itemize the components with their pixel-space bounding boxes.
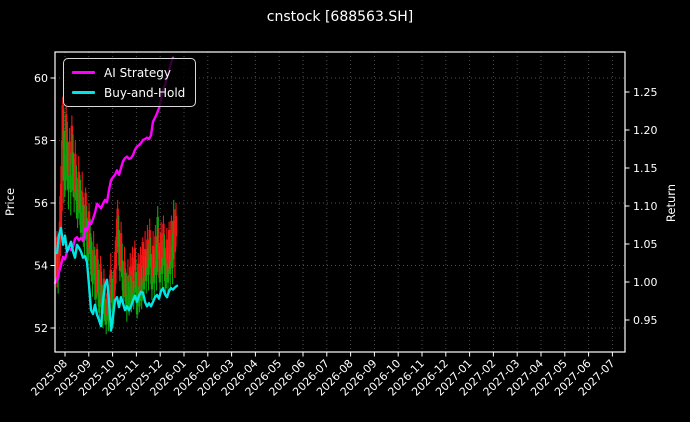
legend-label-ai-strategy: AI Strategy <box>104 65 171 80</box>
price-tick-label: 56 <box>34 197 48 210</box>
return-tick-label: 1.15 <box>633 162 658 175</box>
return-tick-label: 0.95 <box>633 314 658 327</box>
return-tick-label: 1.25 <box>633 86 658 99</box>
return-tick-label: 1.20 <box>633 124 658 137</box>
legend-item-buy-and-hold: Buy-and-Hold <box>72 84 185 101</box>
figure: cnstock [688563.SH] 2025-08 2025-09 2025-1… <box>0 0 690 422</box>
price-tick-label: 60 <box>34 72 48 85</box>
legend: AI Strategy Buy-and-Hold <box>63 58 197 107</box>
left-axis-label: Price <box>3 188 17 216</box>
return-tick-label: 1.10 <box>633 200 658 213</box>
candle-body <box>174 215 178 237</box>
price-tick-label: 58 <box>34 135 48 148</box>
legend-label-buy-and-hold: Buy-and-Hold <box>104 85 186 100</box>
buy-and-hold-line-swatch <box>72 91 95 94</box>
price-tick-label: 52 <box>34 322 48 335</box>
legend-item-ai-strategy: AI Strategy <box>72 64 185 81</box>
axis-tick-labels: 2025-082025-092025-102025-112025-122026-… <box>28 72 657 399</box>
price-tick-label: 54 <box>34 260 48 273</box>
return-tick-label: 1.05 <box>633 238 658 251</box>
return-tick-label: 1.00 <box>633 276 658 289</box>
right-axis-label: Return <box>664 184 678 222</box>
ai-strategy-line-swatch <box>72 71 95 74</box>
